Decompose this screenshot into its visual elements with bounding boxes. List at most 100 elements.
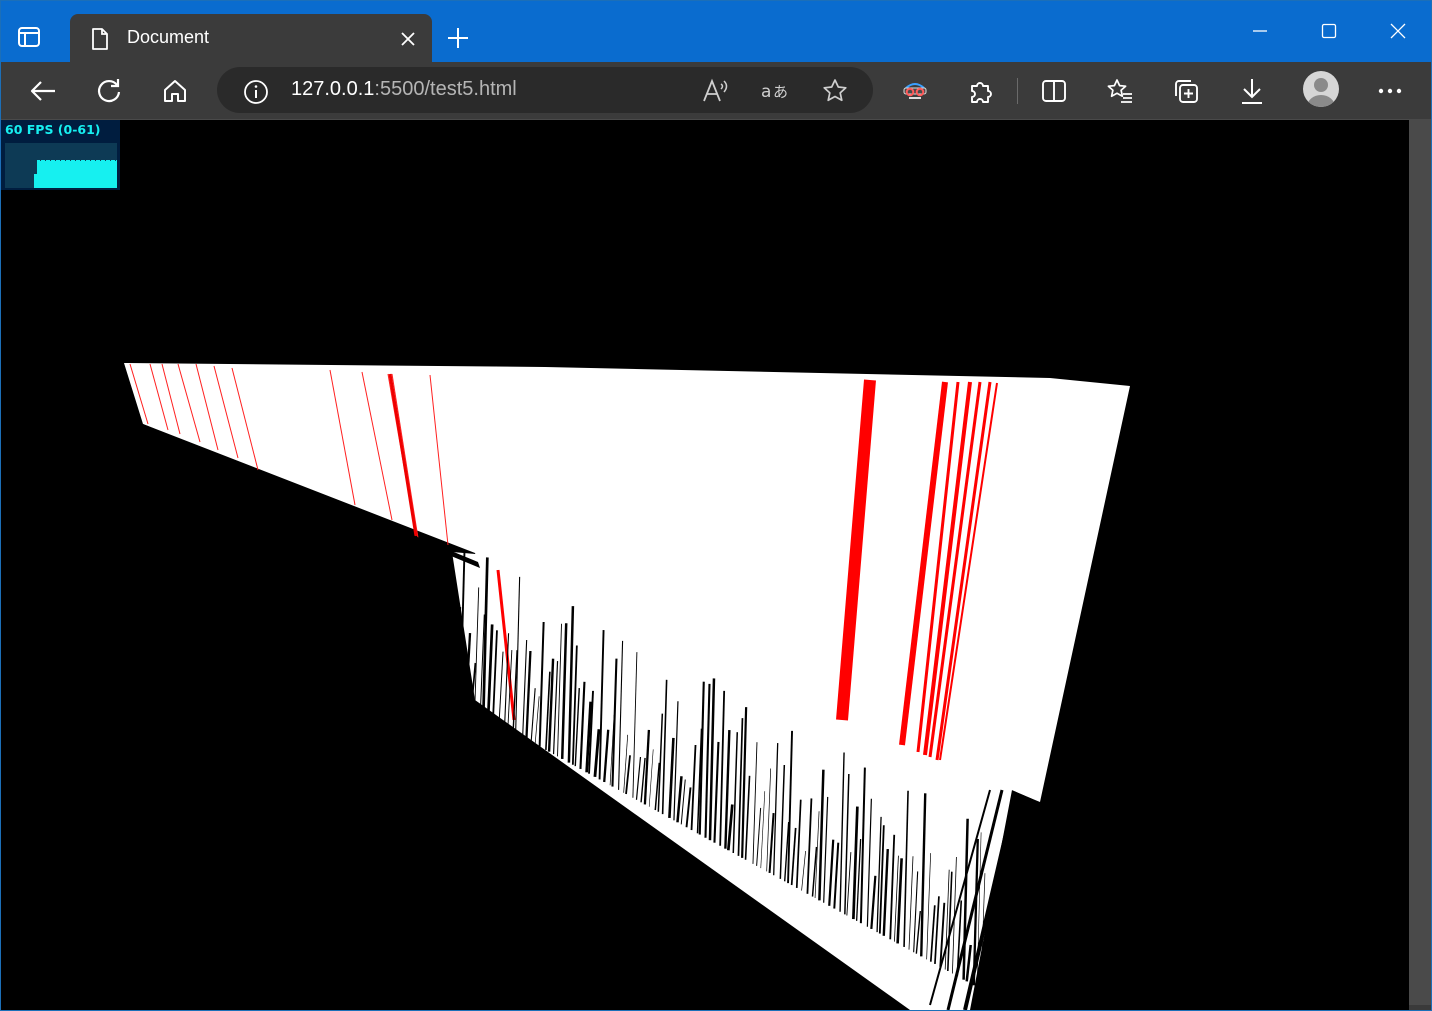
more-icon — [1378, 88, 1402, 94]
fps-bar — [79, 160, 80, 188]
fps-bar — [51, 160, 52, 188]
plus-icon — [448, 28, 468, 48]
scrollbar-corner — [1409, 1005, 1432, 1011]
fps-bar — [107, 160, 108, 188]
favorites-icon — [1107, 79, 1132, 103]
fps-bar — [94, 160, 95, 188]
translate-button[interactable]: aあ — [758, 74, 792, 108]
downloads-button[interactable] — [1233, 72, 1271, 110]
browser-essentials-button[interactable] — [896, 72, 934, 110]
fps-bar — [75, 161, 76, 188]
vertical-scrollbar[interactable] — [1409, 120, 1432, 1011]
minimize-button[interactable] — [1242, 14, 1278, 48]
fps-bar — [76, 160, 77, 188]
fps-bar — [58, 160, 59, 188]
split-screen-icon — [1042, 80, 1066, 102]
close-icon — [401, 32, 415, 46]
home-button[interactable] — [156, 72, 194, 110]
favorites-button[interactable] — [1101, 72, 1139, 110]
fps-bar — [41, 160, 42, 188]
fps-bar — [105, 161, 106, 188]
fps-bar — [91, 160, 92, 188]
fps-bar — [68, 160, 69, 188]
favorite-button[interactable] — [818, 74, 852, 108]
fps-bar — [95, 161, 96, 188]
translate-icon: aあ — [761, 82, 788, 102]
fps-bar — [45, 161, 46, 188]
fps-bar — [83, 160, 84, 188]
fps-label: 60 FPS (0-61) — [5, 122, 101, 137]
url-text[interactable]: 127.0.0.1:5500/test5.html — [291, 78, 517, 101]
fps-bar — [53, 160, 54, 188]
webgl-canvas[interactable] — [0, 120, 1409, 1011]
maximize-icon — [1321, 23, 1337, 39]
toolbar-separator — [1017, 78, 1018, 104]
fps-bar — [89, 160, 90, 188]
fps-bar — [63, 160, 64, 188]
read-aloud-icon — [703, 78, 728, 102]
favorite-star-icon — [823, 79, 847, 102]
url-host: 127.0.0.1 — [291, 78, 375, 100]
fps-bar — [60, 161, 61, 188]
page-viewport[interactable]: 60 FPS (0-61) — [0, 120, 1409, 1011]
fps-bar — [109, 160, 110, 188]
fps-bar — [46, 160, 47, 188]
fps-graph-bars — [34, 160, 117, 188]
fps-bar — [64, 160, 65, 188]
fps-bar — [102, 160, 103, 188]
close-window-button[interactable] — [1380, 14, 1416, 48]
info-icon[interactable] — [243, 79, 269, 105]
profile-avatar[interactable] — [1303, 71, 1339, 107]
fps-bar — [106, 160, 107, 188]
fps-bar — [116, 160, 117, 188]
fps-bar — [108, 160, 109, 188]
fps-bar — [62, 160, 63, 188]
tab-close-button[interactable] — [396, 27, 420, 51]
back-arrow-icon — [30, 81, 55, 101]
refresh-button[interactable] — [90, 72, 128, 110]
minimize-icon — [1253, 30, 1267, 32]
black-stripe — [995, 869, 1001, 998]
fps-bar — [47, 160, 48, 188]
fps-bar — [37, 160, 38, 188]
fps-bar — [70, 161, 71, 188]
fps-bar — [97, 160, 98, 188]
collections-button[interactable] — [1167, 72, 1205, 110]
collections-icon — [1175, 80, 1198, 103]
address-bar[interactable]: 127.0.0.1:5500/test5.html aあ — [217, 67, 873, 113]
tab-actions-icon — [18, 27, 40, 47]
split-screen-button[interactable] — [1035, 72, 1073, 110]
fps-bar — [67, 160, 68, 188]
fps-bar — [115, 161, 116, 188]
fps-bar — [93, 160, 94, 188]
refresh-icon — [97, 79, 121, 103]
fps-graph — [5, 143, 117, 188]
fps-bar — [110, 161, 111, 188]
fps-bar — [42, 160, 43, 188]
fps-meter[interactable]: 60 FPS (0-61) — [0, 120, 120, 190]
tab-actions-button[interactable] — [14, 22, 44, 52]
fps-bar — [77, 160, 78, 188]
new-tab-button[interactable] — [442, 22, 474, 54]
fps-bar — [99, 160, 100, 188]
svg-text:a: a — [761, 82, 771, 102]
fps-bar — [43, 160, 44, 188]
fps-bar — [52, 160, 53, 188]
fps-bar — [100, 161, 101, 188]
fps-bar — [82, 160, 83, 188]
fps-bar — [98, 160, 99, 188]
more-button[interactable] — [1371, 72, 1409, 110]
fps-bar — [50, 161, 51, 188]
fps-bar — [38, 160, 39, 188]
maximize-button[interactable] — [1311, 14, 1347, 48]
fps-bar — [59, 160, 60, 188]
fps-bar — [71, 160, 72, 188]
back-button[interactable] — [24, 72, 62, 110]
extensions-button[interactable] — [962, 72, 1000, 110]
fps-bar — [87, 160, 88, 188]
fps-bar — [88, 160, 89, 188]
read-aloud-button[interactable] — [698, 74, 732, 108]
browser-tab[interactable]: Document — [70, 14, 432, 62]
black-stripe — [998, 947, 1004, 1000]
fps-bar — [114, 160, 115, 188]
